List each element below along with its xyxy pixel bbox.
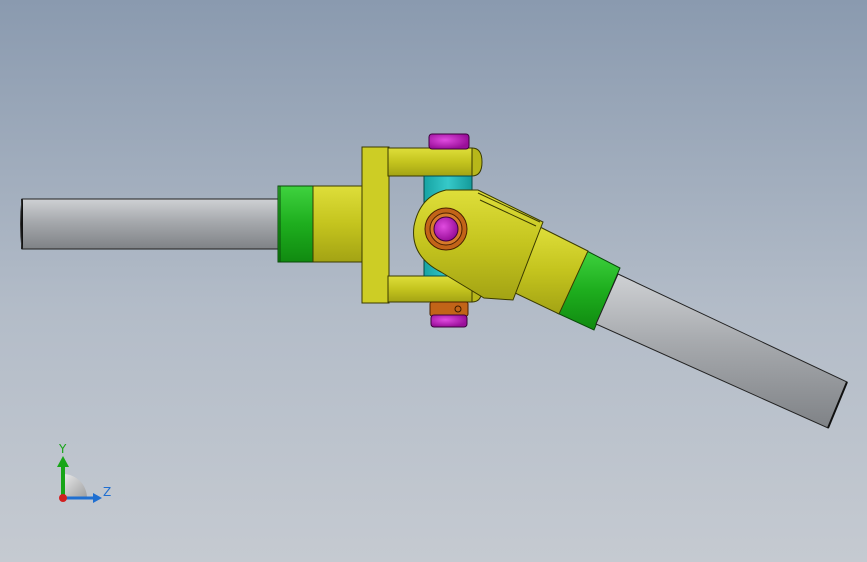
bottom-nut[interactable]	[429, 301, 469, 328]
orientation-triad[interactable]: Y Z	[45, 440, 125, 520]
right-shaft[interactable]	[595, 273, 848, 429]
left-shaft[interactable]	[20, 198, 285, 250]
cad-viewport[interactable]: Y Z	[0, 0, 867, 562]
left-collar[interactable]	[277, 185, 315, 263]
z-axis-label: Z	[103, 485, 112, 499]
left-yoke-hub[interactable]	[312, 185, 364, 263]
universal-joint-model[interactable]	[0, 0, 867, 562]
triad-graphic	[57, 456, 102, 503]
y-axis-label: Y	[59, 442, 67, 456]
origin-dot	[59, 494, 67, 502]
top-pin[interactable]	[428, 133, 470, 150]
bearing-cup[interactable]	[424, 207, 468, 251]
